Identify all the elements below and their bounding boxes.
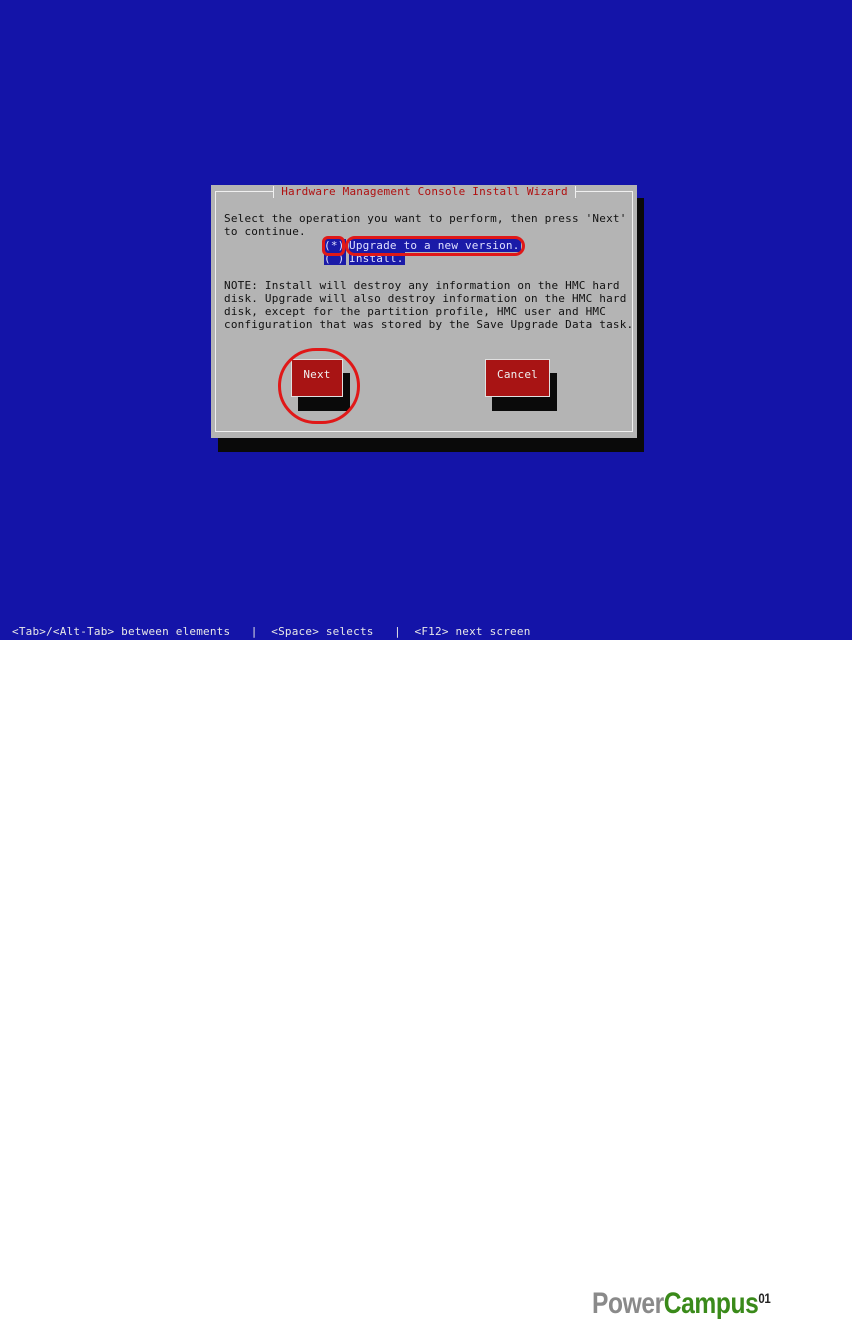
note-line-2: disk. Upgrade will also destroy informat… xyxy=(224,292,627,305)
instruction-line-2: to continue. xyxy=(224,225,306,238)
next-highlight-annotation xyxy=(278,348,360,424)
logo-campus: Campus xyxy=(663,1287,759,1320)
keyboard-help-status-bar: <Tab>/<Alt-Tab> between elements | <Spac… xyxy=(0,624,852,640)
note-line-4: configuration that was stored by the Sav… xyxy=(224,318,634,331)
radio-highlight-annotation xyxy=(322,236,345,256)
powercampus-logo: PowerCampus01 xyxy=(592,1284,771,1324)
cancel-button-label: Cancel xyxy=(497,368,538,381)
footer: PowerCampus01 xyxy=(0,640,852,1320)
upgrade-highlight-annotation xyxy=(345,236,525,256)
cancel-button[interactable]: Cancel xyxy=(485,359,550,397)
note-line-1: NOTE: Install will destroy any informati… xyxy=(224,279,620,292)
logo-power: Power xyxy=(592,1287,664,1320)
terminal-screen: Hardware Management Console Install Wiza… xyxy=(0,0,852,640)
logo-superscript: 01 xyxy=(758,1290,771,1306)
note-line-3: disk, except for the partition profile, … xyxy=(224,305,607,318)
instruction-line-1: Select the operation you want to perform… xyxy=(224,212,627,225)
dialog-title: Hardware Management Console Install Wiza… xyxy=(273,185,576,199)
